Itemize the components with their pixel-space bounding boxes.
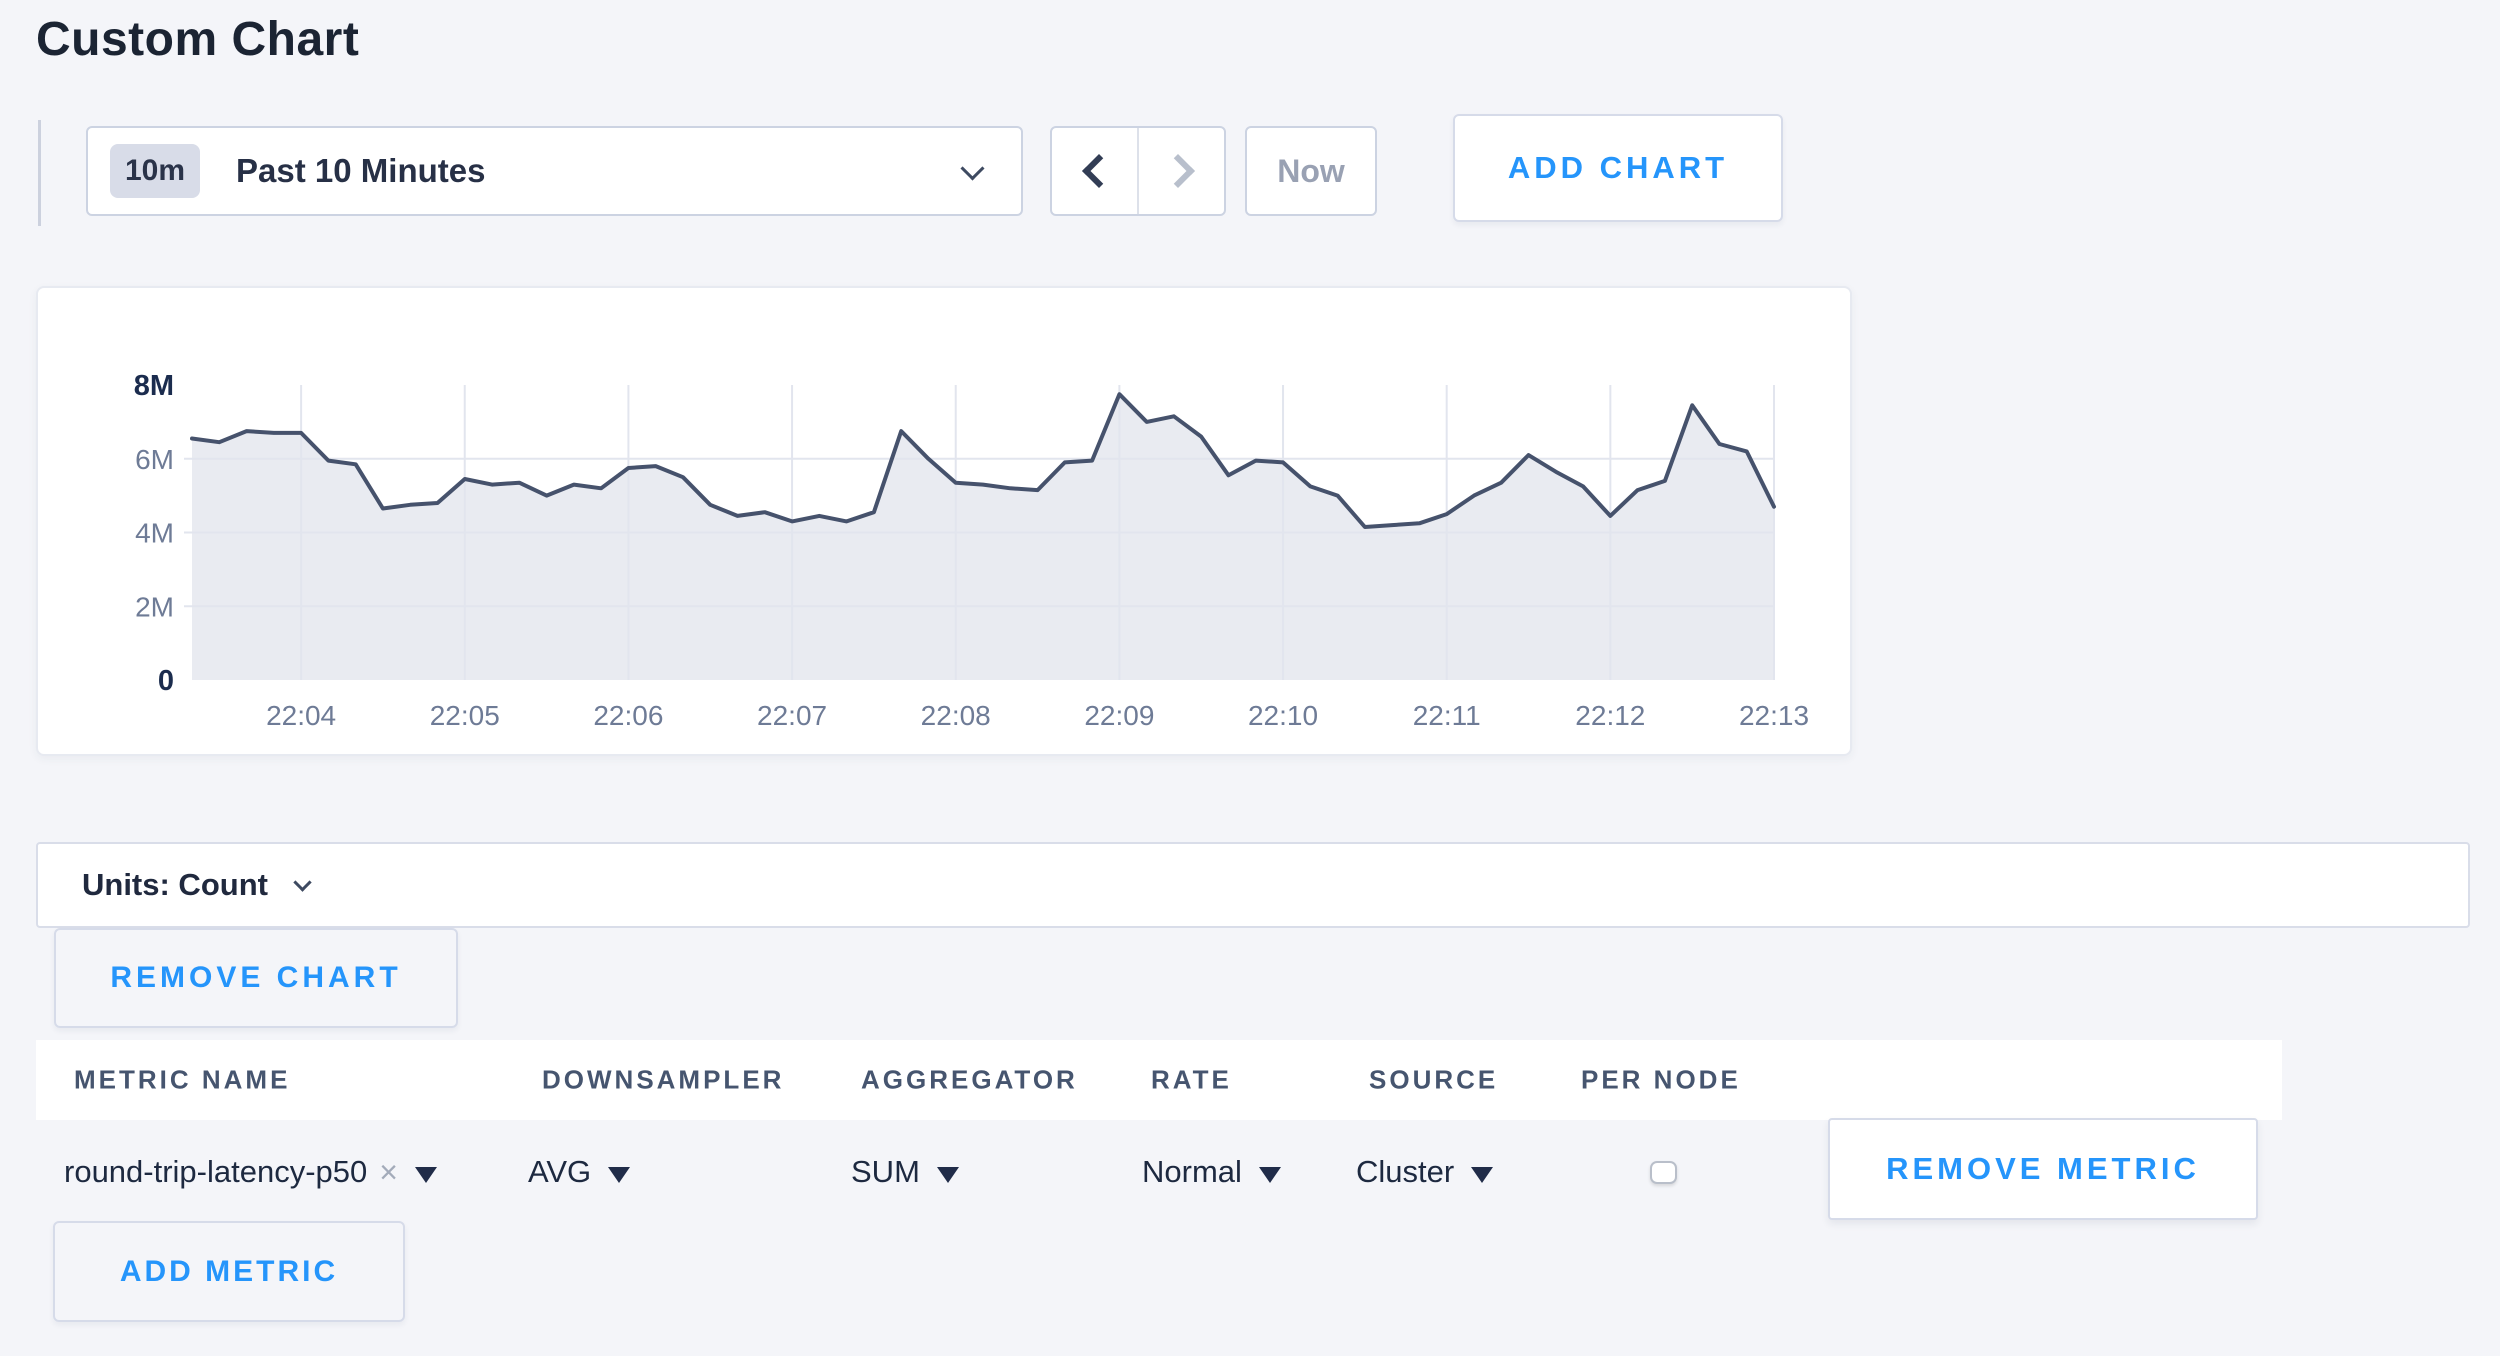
metric-chart-card: 0 2M 4M 6M 8M 22:04 22:05 22:06 22:07 22:08 22:09 2… — [36, 286, 1852, 756]
time-range-label: Past 10 Minutes — [236, 152, 485, 190]
chevron-left-icon — [1082, 154, 1116, 188]
metrics-table-header: METRIC NAME DOWNSAMPLER AGGREGATOR RATE … — [36, 1040, 2282, 1120]
svg-text:2M: 2M — [135, 591, 174, 622]
now-button[interactable]: Now — [1245, 126, 1377, 216]
source-value: Cluster — [1356, 1154, 1454, 1190]
time-range-dropdown[interactable]: 10m Past 10 Minutes — [86, 126, 1023, 216]
svg-text:22:10: 22:10 — [1248, 700, 1318, 731]
svg-text:22:05: 22:05 — [430, 700, 500, 731]
rate-value: Normal — [1142, 1154, 1242, 1190]
units-dropdown[interactable]: Units: Count — [36, 842, 2470, 928]
page-title: Custom Chart — [36, 12, 359, 67]
svg-text:22:09: 22:09 — [1084, 700, 1154, 731]
svg-text:22:11: 22:11 — [1413, 700, 1481, 731]
column-header-per-node: PER NODE — [1581, 1065, 1741, 1096]
metric-name-select[interactable]: round-trip-latency-p50 × — [64, 1120, 437, 1224]
column-header-rate: RATE — [1151, 1065, 1232, 1096]
svg-text:4M: 4M — [135, 518, 174, 549]
add-chart-button[interactable]: ADD CHART — [1453, 114, 1783, 222]
svg-text:8M: 8M — [134, 370, 174, 402]
clear-metric-icon[interactable]: × — [379, 1154, 398, 1191]
chevron-right-icon — [1161, 154, 1195, 188]
caret-down-icon — [608, 1167, 630, 1183]
downsampler-value: AVG — [528, 1154, 591, 1190]
svg-text:22:08: 22:08 — [921, 700, 991, 731]
toolbar-divider — [38, 120, 41, 226]
svg-text:0: 0 — [158, 665, 174, 697]
svg-text:22:12: 22:12 — [1575, 700, 1645, 731]
svg-text:22:04: 22:04 — [266, 700, 336, 731]
column-header-source: SOURCE — [1369, 1065, 1498, 1096]
svg-text:22:07: 22:07 — [757, 700, 827, 731]
downsampler-select[interactable]: AVG — [528, 1120, 630, 1224]
per-node-checkbox[interactable] — [1650, 1161, 1677, 1184]
column-header-downsampler: DOWNSAMPLER — [542, 1065, 784, 1096]
aggregator-select[interactable]: SUM — [851, 1120, 959, 1224]
chevron-down-icon — [293, 873, 311, 891]
column-header-aggregator: AGGREGATOR — [861, 1065, 1078, 1096]
time-nav-group — [1050, 126, 1226, 216]
aggregator-value: SUM — [851, 1154, 920, 1190]
column-header-metric-name: METRIC NAME — [74, 1065, 290, 1096]
svg-text:22:06: 22:06 — [593, 700, 663, 731]
metric-area-chart: 0 2M 4M 6M 8M 22:04 22:05 22:06 22:07 22:08 22:09 2… — [38, 288, 1850, 754]
source-select[interactable]: Cluster — [1356, 1120, 1493, 1224]
caret-down-icon — [937, 1167, 959, 1183]
svg-text:22:13: 22:13 — [1739, 700, 1809, 731]
chevron-down-icon — [960, 156, 984, 180]
time-range-badge: 10m — [110, 144, 200, 198]
remove-metric-button[interactable]: REMOVE METRIC — [1828, 1118, 2258, 1220]
units-label: Units: Count — [82, 867, 268, 903]
caret-down-icon — [1471, 1167, 1493, 1183]
caret-down-icon — [1259, 1167, 1281, 1183]
remove-chart-button[interactable]: REMOVE CHART — [54, 928, 458, 1028]
add-metric-button[interactable]: ADD METRIC — [53, 1221, 405, 1322]
next-time-button[interactable] — [1137, 128, 1224, 214]
caret-down-icon — [415, 1167, 437, 1183]
prev-time-button[interactable] — [1052, 128, 1137, 214]
svg-text:6M: 6M — [135, 444, 174, 475]
rate-select[interactable]: Normal — [1142, 1120, 1281, 1224]
metric-name-value: round-trip-latency-p50 — [64, 1154, 367, 1190]
